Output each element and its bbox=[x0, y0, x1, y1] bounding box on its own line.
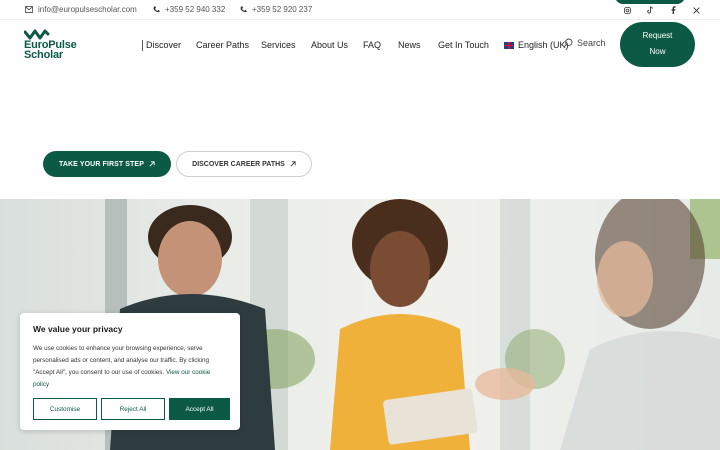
nav-item-career-paths[interactable]: Career Paths bbox=[196, 40, 249, 50]
phone-contact-2[interactable]: +359 52 920 237 bbox=[240, 5, 312, 14]
take-first-step-button[interactable]: TAKE YOUR FIRST STEP bbox=[43, 151, 171, 177]
customise-button[interactable]: Customise bbox=[33, 398, 97, 420]
take-first-step-label: TAKE YOUR FIRST STEP bbox=[59, 160, 144, 168]
search-button[interactable]: Search bbox=[563, 38, 606, 48]
request-button-line1: Request bbox=[642, 31, 673, 40]
nav-item-discover[interactable]: Discover bbox=[146, 40, 181, 50]
tiktok-icon[interactable] bbox=[644, 4, 656, 16]
nav-item-get-in-touch[interactable]: Get In Touch bbox=[438, 40, 489, 50]
reject-all-button[interactable]: Reject All bbox=[101, 398, 165, 420]
nav-item-services[interactable]: Services bbox=[261, 40, 296, 50]
phone-icon bbox=[240, 6, 247, 13]
language-label: English (UK) bbox=[518, 40, 569, 50]
phone-text-2: +359 52 920 237 bbox=[252, 5, 313, 14]
accept-all-button[interactable]: Accept All bbox=[169, 398, 230, 420]
cookie-buttons: Customise Reject All Accept All bbox=[33, 398, 230, 420]
facebook-icon[interactable] bbox=[667, 4, 679, 16]
phone-icon bbox=[153, 6, 160, 13]
x-icon[interactable] bbox=[690, 4, 702, 16]
cookie-description: We use cookies to enhance your browsing … bbox=[33, 343, 227, 391]
discover-career-paths-label: DISCOVER CAREER PATHS bbox=[192, 160, 285, 168]
language-selector[interactable]: English (UK) bbox=[504, 40, 569, 50]
search-label: Search bbox=[577, 38, 606, 48]
search-icon bbox=[563, 38, 573, 48]
discover-career-paths-button[interactable]: DISCOVER CAREER PATHS bbox=[176, 151, 312, 177]
mail-icon bbox=[25, 6, 33, 13]
arrow-up-right-icon bbox=[290, 161, 296, 167]
instagram-icon[interactable] bbox=[621, 4, 633, 16]
uk-flag-icon bbox=[504, 41, 514, 49]
nav-item-news[interactable]: News bbox=[398, 40, 421, 50]
request-button-line2: Now bbox=[649, 47, 666, 56]
nav-item-about-us[interactable]: About Us bbox=[311, 40, 348, 50]
arrow-up-right-icon bbox=[149, 161, 155, 167]
phone-text-1: +359 52 940 332 bbox=[165, 5, 226, 14]
brand-name-line2: Scholar bbox=[24, 49, 63, 61]
cookie-title: We value your privacy bbox=[33, 324, 123, 334]
email-text: info@europulsescholar.com bbox=[38, 5, 137, 14]
nav-item-faq[interactable]: FAQ bbox=[363, 40, 381, 50]
nav-divider bbox=[142, 40, 143, 51]
cookie-consent-banner: We value your privacy We use cookies to … bbox=[20, 313, 240, 430]
request-now-button[interactable]: Request Now bbox=[620, 22, 695, 67]
brand-name: EuroPulse Scholar bbox=[24, 40, 104, 61]
top-contact-bar: info@europulsescholar.com +359 52 940 33… bbox=[0, 0, 720, 20]
phone-contact-1[interactable]: +359 52 940 332 bbox=[153, 5, 225, 14]
email-contact[interactable]: info@europulsescholar.com bbox=[25, 5, 137, 14]
